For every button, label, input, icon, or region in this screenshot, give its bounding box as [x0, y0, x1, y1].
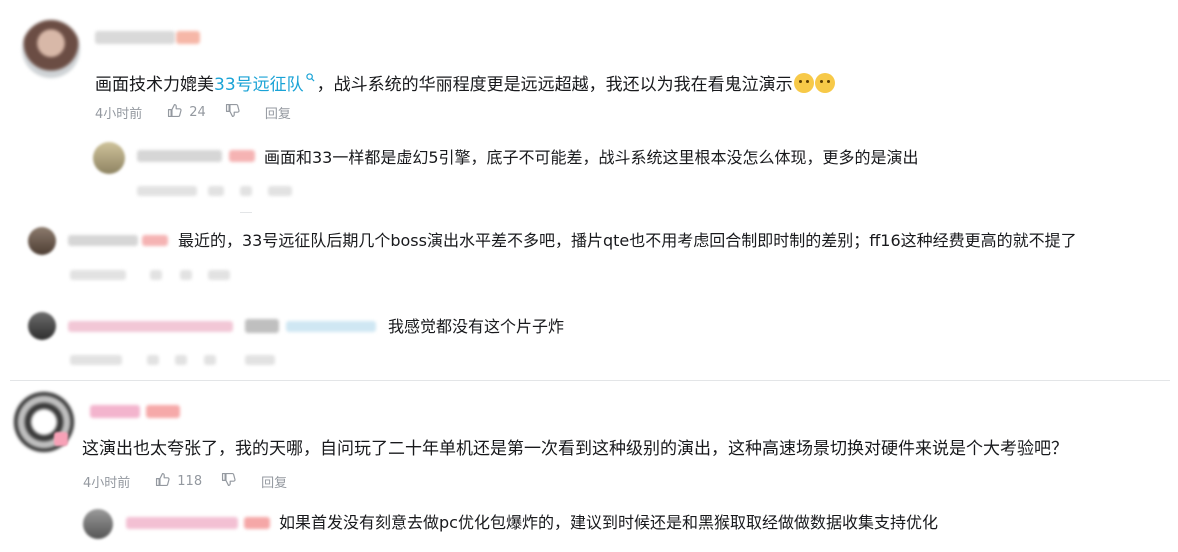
username-blurred[interactable] — [95, 31, 175, 44]
reply-meta-blurred — [240, 186, 252, 196]
avatar[interactable] — [93, 142, 125, 174]
comment-meta: 4小时前 24 回复 — [95, 102, 291, 123]
avatar[interactable] — [28, 312, 56, 340]
user-badge-blurred — [146, 405, 180, 418]
reply-button[interactable]: 回复 — [261, 472, 287, 491]
username-blurred[interactable] — [137, 150, 222, 162]
username-blurred[interactable] — [245, 319, 279, 333]
emoji-icon — [793, 73, 814, 93]
emoji-icon — [814, 73, 835, 93]
reply-button[interactable]: 回复 — [265, 103, 291, 122]
reply-meta-blurred — [245, 355, 275, 365]
reply-text: 画面和33一样都是虚幻5引擎，底子不可能差，战斗系统这里根本没怎么体现，更多的是… — [264, 148, 919, 167]
timestamp: 4小时前 — [83, 476, 131, 491]
avatar[interactable] — [28, 227, 56, 255]
reply-meta-blurred — [70, 270, 126, 280]
reply-meta-blurred — [180, 270, 192, 280]
reply-meta-blurred — [208, 270, 230, 280]
topic-link[interactable]: 33号远征队 — [214, 75, 304, 95]
reply-meta-blurred — [70, 355, 122, 365]
reply-meta-blurred — [175, 355, 187, 365]
search-icon[interactable] — [305, 66, 315, 88]
username-blurred[interactable] — [68, 235, 138, 246]
reply-meta-blurred — [268, 186, 292, 196]
comment-text-part: ，战斗系统的华丽程度更是远远超越，我还以为我在看鬼泣演示 — [316, 75, 793, 95]
comment-text-part: 画面技术力媲美 — [95, 75, 214, 95]
user-badge-blurred — [142, 235, 168, 246]
reply-text: 最近的，33号远征队后期几个boss演出水平差不多吧，播片qte也不用考虑回合制… — [178, 231, 1077, 250]
thumbs-down-icon[interactable] — [224, 102, 241, 123]
reply-text: 如果首发没有刻意去做pc优化包爆炸的，建议到时候还是和黑猴取取经做做数据收集支持… — [279, 513, 938, 532]
thumbs-down-icon[interactable] — [220, 471, 237, 492]
comment-text: 这演出也太夸张了，我的天哪，自问玩了二十年单机还是第一次看到这种级别的演出，这种… — [82, 439, 1068, 459]
reply-meta-blurred — [204, 355, 216, 365]
reply-meta-blurred — [208, 186, 224, 196]
comment-meta: 4小时前 118 回复 — [83, 471, 287, 492]
user-badge-blurred — [176, 31, 200, 44]
avatar[interactable] — [83, 509, 113, 539]
avatar[interactable] — [22, 20, 80, 78]
avatar-badge — [54, 432, 68, 446]
username-blurred[interactable] — [286, 321, 376, 332]
user-badge-blurred — [244, 517, 270, 529]
like-count: 118 — [177, 474, 203, 489]
username-blurred[interactable] — [90, 405, 140, 418]
like-count: 24 — [189, 105, 206, 120]
timestamp: 4小时前 — [95, 107, 143, 122]
comment-text: 画面技术力媲美33号远征队 ，战斗系统的华丽程度更是远远超越，我还以为我在看鬼泣… — [95, 66, 835, 96]
thumbs-up-icon[interactable] — [166, 102, 183, 123]
thumbs-up-icon[interactable] — [154, 471, 171, 492]
reply-meta-blurred — [150, 270, 162, 280]
username-blurred[interactable] — [68, 321, 233, 332]
reply-text: 我感觉都没有这个片子炸 — [388, 317, 565, 336]
divider — [10, 380, 1170, 381]
username-blurred[interactable] — [126, 517, 238, 529]
reply-meta-blurred — [137, 186, 197, 196]
divider — [240, 212, 252, 213]
user-badge-blurred — [229, 150, 255, 162]
reply-meta-blurred — [147, 355, 159, 365]
